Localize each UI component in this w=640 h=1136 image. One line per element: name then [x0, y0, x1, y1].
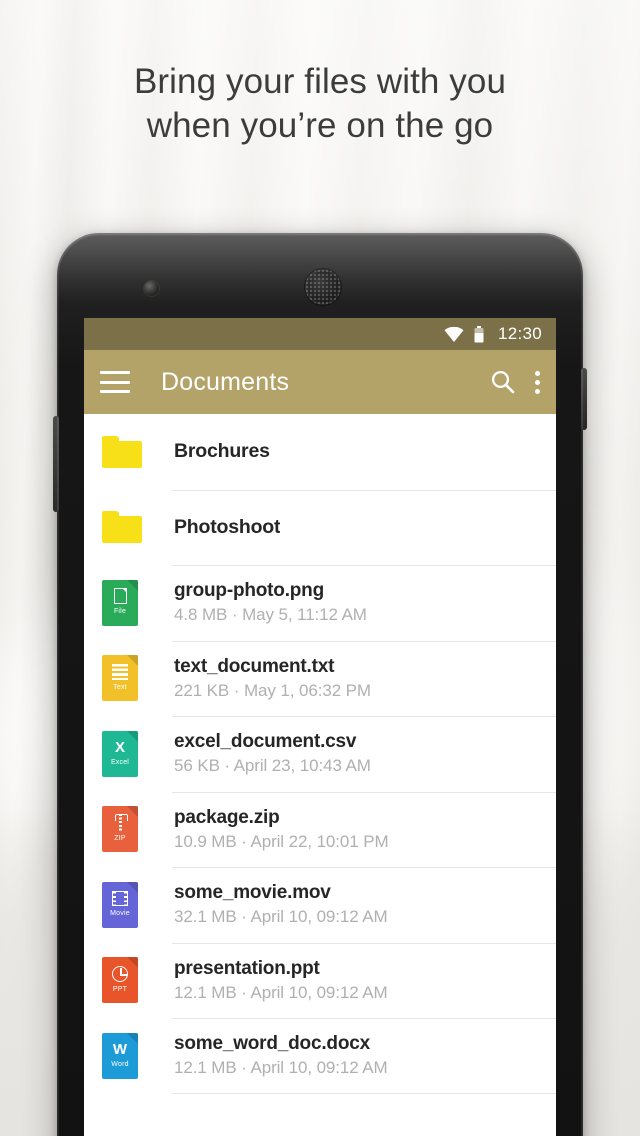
file-icon-cell: X Excel — [100, 730, 172, 777]
file-size-and-date: 221 KB · May 1, 06:32 PM — [174, 680, 371, 700]
file-list: Brochures Photoshoot File group-photo.png 4.… — [84, 414, 556, 1094]
file-generic-icon: File — [102, 579, 138, 626]
file-meta: some_word_doc.docx 12.1 MB · April 10, 09… — [172, 1033, 388, 1078]
file-size-and-date: 32.1 MB · April 10, 09:12 AM — [174, 907, 388, 927]
phone-device-frame: 12:30 Documents Brochures Photoshoot Fil… — [53, 233, 587, 1136]
file-type-label: Excel — [110, 758, 130, 766]
headline-line-1: Bring your files with you — [133, 62, 507, 101]
battery-icon — [474, 325, 484, 343]
file-size-and-date: 10.9 MB · April 22, 10:01 PM — [174, 831, 389, 851]
file-icon-cell: Movie — [100, 881, 172, 928]
file-icon-cell: File — [100, 579, 172, 626]
status-bar-clock: 12:30 — [497, 324, 542, 343]
file-type-glyph — [113, 587, 128, 605]
headline-line-2: when you’re on the go — [146, 106, 494, 146]
file-type-glyph — [112, 890, 128, 906]
file-icon-cell: Text — [100, 655, 172, 702]
file-size-and-date: 4.8 MB · May 5, 11:12 AM — [174, 605, 367, 625]
file-name: excel_document.csv — [174, 731, 357, 753]
file-icon-cell — [100, 435, 172, 468]
file-icon-cell: W Word — [100, 1032, 172, 1079]
file-meta: package.zip 10.9 MB · April 22, 10:01 PM — [172, 807, 389, 852]
file-type-glyph: W — [112, 1040, 128, 1058]
file-meta: some_movie.mov 32.1 MB · April 10, 09:12 … — [172, 882, 388, 927]
file-type-glyph — [114, 814, 128, 832]
search-icon[interactable] — [490, 369, 516, 395]
file-meta: excel_document.csv 56 KB · April 23, 10:4… — [172, 731, 371, 776]
file-type-label: Movie — [110, 909, 130, 917]
file-list-item[interactable]: Photoshoot — [84, 489, 556, 566]
file-type-glyph — [112, 965, 128, 982]
file-movie-icon: Movie — [102, 881, 138, 928]
app-bar-title: Documents — [161, 367, 290, 396]
file-type-label: Word — [111, 1060, 129, 1068]
overflow-menu-icon[interactable] — [534, 369, 540, 395]
file-type-label: ZIP — [114, 835, 126, 843]
folder-icon — [102, 511, 142, 544]
folder-icon — [102, 435, 142, 468]
file-icon-cell: PPT — [100, 957, 172, 1004]
file-name: group-photo.png — [174, 580, 324, 602]
file-word-icon: W Word — [102, 1032, 138, 1079]
page-title: Bring your files with you when you’re on… — [0, 60, 640, 148]
file-name: Photoshoot — [174, 515, 281, 538]
power-button[interactable] — [581, 368, 587, 430]
file-list-item[interactable]: W Word some_word_doc.docx 12.1 MB · April 1… — [84, 1018, 556, 1094]
file-type-label: PPT — [112, 985, 128, 993]
file-list-item[interactable]: Movie some_movie.mov 32.1 MB · April 10, 0… — [84, 867, 556, 943]
earpiece-speaker-icon — [305, 269, 341, 305]
file-list-item[interactable]: Brochures — [84, 414, 556, 490]
file-meta: Brochures — [172, 440, 270, 463]
file-type-glyph — [112, 663, 128, 680]
front-camera-icon — [144, 281, 159, 296]
file-name: text_document.txt — [174, 655, 335, 677]
file-meta: presentation.ppt 12.1 MB · April 10, 09:1… — [172, 958, 388, 1003]
file-text-icon: Text — [102, 655, 138, 702]
file-icon-cell: ZIP — [100, 806, 172, 853]
file-list-item[interactable]: ZIP package.zip 10.9 MB · April 22, 10:01 … — [84, 791, 556, 868]
status-bar: 12:30 — [84, 318, 556, 350]
file-type-label: File — [113, 608, 127, 616]
file-type-glyph: X — [114, 738, 125, 756]
file-size-and-date: 12.1 MB · April 10, 09:12 AM — [174, 982, 388, 1002]
file-meta: group-photo.png 4.8 MB · May 5, 11:12 AM — [172, 580, 367, 625]
file-list-item[interactable]: PPT presentation.ppt 12.1 MB · April 10, 0… — [84, 942, 556, 1019]
file-excel-icon: X Excel — [102, 730, 138, 777]
file-icon-cell — [100, 511, 172, 544]
file-size-and-date: 12.1 MB · April 10, 09:12 AM — [174, 1058, 388, 1078]
file-name: Brochures — [174, 440, 270, 463]
file-name: some_word_doc.docx — [174, 1033, 370, 1055]
file-list-item[interactable]: File group-photo.png 4.8 MB · May 5, 11:12… — [84, 565, 556, 641]
file-list-item[interactable]: X Excel excel_document.csv 56 KB · April 23… — [84, 716, 556, 792]
file-meta: Photoshoot — [172, 516, 280, 539]
file-name: package.zip — [174, 806, 280, 828]
volume-rocker-button[interactable] — [53, 416, 59, 512]
hamburger-menu-icon[interactable] — [100, 371, 130, 393]
file-ppt-icon: PPT — [102, 957, 138, 1004]
phone-screen: 12:30 Documents Brochures Photoshoot Fil… — [84, 318, 556, 1136]
file-size-and-date: 56 KB · April 23, 10:43 AM — [174, 756, 371, 776]
app-bar: Documents — [84, 350, 556, 414]
file-name: presentation.ppt — [174, 957, 320, 979]
file-meta: text_document.txt 221 KB · May 1, 06:32 P… — [172, 656, 371, 701]
file-zip-icon: ZIP — [102, 806, 138, 853]
file-list-item[interactable]: Text text_document.txt 221 KB · May 1, 06:… — [84, 640, 556, 717]
file-name: some_movie.mov — [174, 882, 331, 904]
file-type-label: Text — [113, 683, 127, 691]
wifi-icon — [444, 326, 464, 342]
